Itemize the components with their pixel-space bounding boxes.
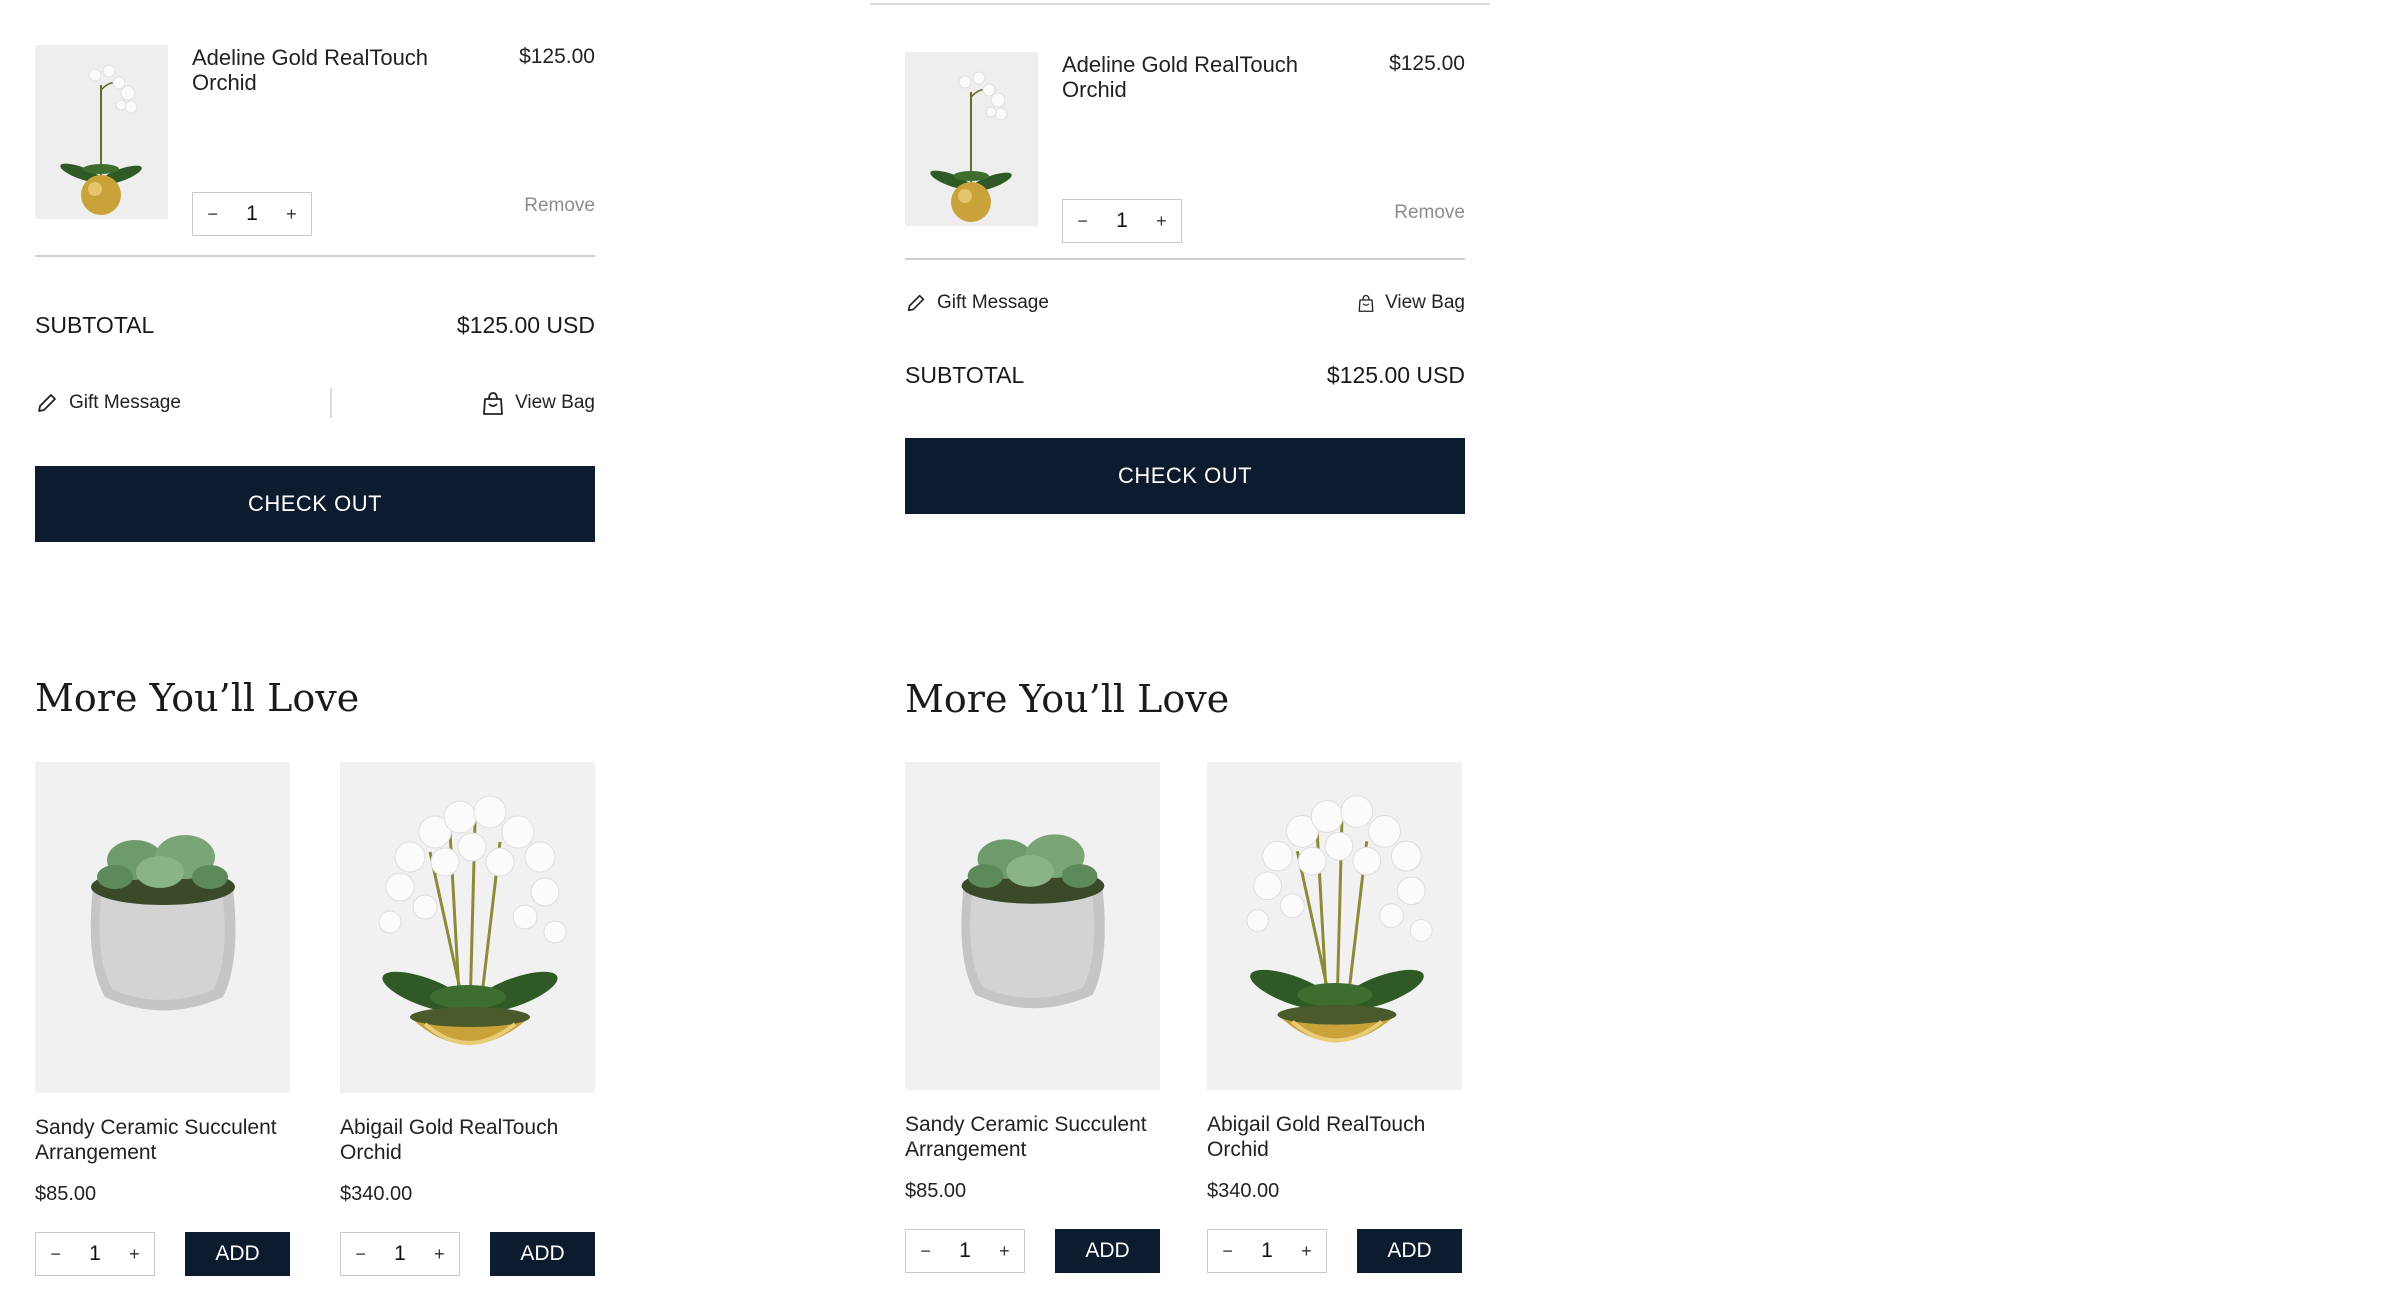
product-name[interactable]: Sandy Ceramic Succulent Arrangement (905, 1112, 1160, 1166)
pencil-icon (38, 394, 56, 412)
cart-links-row: Gift Message View Bag (905, 292, 1465, 314)
orchid-image (35, 45, 168, 219)
gift-message-label: Gift Message (69, 392, 181, 413)
product-card: Abigail Gold RealTouch Orchid $340.00 − … (340, 762, 595, 1276)
decrease-quantity-button[interactable]: − (341, 1244, 380, 1265)
cart-item: Adeline Gold RealTouch Orchid $125.00 − … (35, 45, 595, 236)
subtotal-value: $125.00 USD (1326, 362, 1465, 388)
view-bag-link[interactable]: View Bag (481, 390, 595, 416)
cart-links-row: Gift Message View Bag (35, 388, 595, 418)
quantity-value[interactable]: 1 (1102, 209, 1141, 233)
add-to-cart-button[interactable]: ADD (185, 1232, 290, 1276)
shopping-bag-icon (483, 392, 503, 415)
quantity-stepper: − 1 + (35, 1232, 155, 1276)
product-actions: − 1 + ADD (340, 1232, 595, 1276)
quantity-value[interactable]: 1 (945, 1239, 984, 1263)
product-image[interactable] (905, 762, 1160, 1090)
recommendations-heading: More You’ll Love (35, 676, 360, 720)
orchid-image (1207, 762, 1462, 1090)
top-divider (870, 3, 1490, 5)
add-to-cart-button[interactable]: ADD (490, 1232, 595, 1276)
divider (905, 258, 1465, 260)
view-bag-label: View Bag (1385, 292, 1465, 313)
cart-panel-a: Adeline Gold RealTouch Orchid $125.00 − … (35, 0, 595, 1309)
divider (35, 255, 595, 257)
pencil-icon (907, 294, 925, 312)
product-actions: − 1 + ADD (905, 1229, 1160, 1273)
subtotal-label: SUBTOTAL (905, 362, 1025, 388)
divider (330, 388, 332, 418)
product-image[interactable] (340, 762, 595, 1093)
succulent-image (906, 762, 1159, 1090)
decrease-quantity-button[interactable]: − (1063, 211, 1102, 232)
product-name[interactable]: Abigail Gold RealTouch Orchid (340, 1115, 595, 1169)
product-card: Sandy Ceramic Succulent Arrangement $85.… (35, 762, 290, 1276)
product-price: $85.00 (905, 1180, 967, 1202)
subtotal-row: SUBTOTAL $125.00 USD (905, 362, 1465, 389)
product-price: $340.00 (340, 1183, 413, 1205)
quantity-stepper: − 1 + (1062, 199, 1182, 243)
add-to-cart-button[interactable]: ADD (1055, 1229, 1160, 1273)
cart-item-price: $125.00 (519, 45, 595, 68)
increase-quantity-button[interactable]: + (420, 1244, 459, 1265)
remove-button[interactable]: Remove (1394, 202, 1465, 224)
orchid-image (340, 762, 595, 1093)
subtotal-label: SUBTOTAL (35, 312, 155, 338)
increase-quantity-button[interactable]: + (272, 204, 311, 225)
quantity-value[interactable]: 1 (1247, 1239, 1286, 1263)
cart-item-title[interactable]: Adeline Gold RealTouch Orchid (192, 45, 452, 95)
product-card: Sandy Ceramic Succulent Arrangement $85.… (905, 762, 1160, 1273)
succulent-image (35, 762, 290, 1093)
product-image[interactable] (35, 762, 290, 1093)
add-to-cart-button[interactable]: ADD (1357, 1229, 1462, 1273)
product-name[interactable]: Abigail Gold RealTouch Orchid (1207, 1112, 1462, 1166)
product-actions: − 1 + ADD (1207, 1229, 1462, 1273)
cart-item: Adeline Gold RealTouch Orchid $125.00 − … (905, 52, 1465, 243)
quantity-value[interactable]: 1 (75, 1242, 114, 1266)
decrease-quantity-button[interactable]: − (906, 1241, 945, 1262)
increase-quantity-button[interactable]: + (1287, 1241, 1326, 1262)
decrease-quantity-button[interactable]: − (1208, 1241, 1247, 1262)
orchid-product-thumbnail[interactable] (905, 52, 1038, 226)
gift-message-link[interactable]: Gift Message (905, 292, 1049, 314)
subtotal-value: $125.00 USD (456, 312, 595, 338)
quantity-stepper: − 1 + (192, 192, 312, 236)
view-bag-label: View Bag (515, 392, 595, 413)
quantity-stepper: − 1 + (905, 1229, 1025, 1273)
remove-button[interactable]: Remove (524, 195, 595, 217)
view-bag-link[interactable]: View Bag (1357, 292, 1465, 314)
product-price: $340.00 (1207, 1180, 1280, 1202)
cart-panel-b: Adeline Gold RealTouch Orchid $125.00 − … (870, 0, 1490, 1309)
quantity-stepper: − 1 + (340, 1232, 460, 1276)
product-price: $85.00 (35, 1183, 97, 1205)
checkout-button[interactable]: CHECK OUT (35, 466, 595, 542)
cart-item-price: $125.00 (1389, 52, 1465, 75)
orchid-product-thumbnail[interactable] (35, 45, 168, 219)
increase-quantity-button[interactable]: + (115, 1244, 154, 1265)
quantity-stepper: − 1 + (1207, 1229, 1327, 1273)
product-card: Abigail Gold RealTouch Orchid $340.00 − … (1207, 762, 1462, 1273)
gift-message-link[interactable]: Gift Message (35, 391, 181, 415)
increase-quantity-button[interactable]: + (1142, 211, 1181, 232)
recommendations-heading: More You’ll Love (905, 677, 1230, 721)
subtotal-row: SUBTOTAL $125.00 USD (35, 312, 595, 339)
orchid-image (905, 52, 1038, 226)
product-image[interactable] (1207, 762, 1462, 1090)
shopping-bag-icon (1358, 294, 1374, 312)
product-actions: − 1 + ADD (35, 1232, 290, 1276)
gift-message-label: Gift Message (937, 292, 1049, 313)
quantity-value[interactable]: 1 (232, 202, 271, 226)
quantity-value[interactable]: 1 (380, 1242, 419, 1266)
decrease-quantity-button[interactable]: − (193, 204, 232, 225)
cart-item-title[interactable]: Adeline Gold RealTouch Orchid (1062, 52, 1322, 102)
increase-quantity-button[interactable]: + (985, 1241, 1024, 1262)
decrease-quantity-button[interactable]: − (36, 1244, 75, 1265)
checkout-button[interactable]: CHECK OUT (905, 438, 1465, 514)
product-name[interactable]: Sandy Ceramic Succulent Arrangement (35, 1115, 290, 1169)
